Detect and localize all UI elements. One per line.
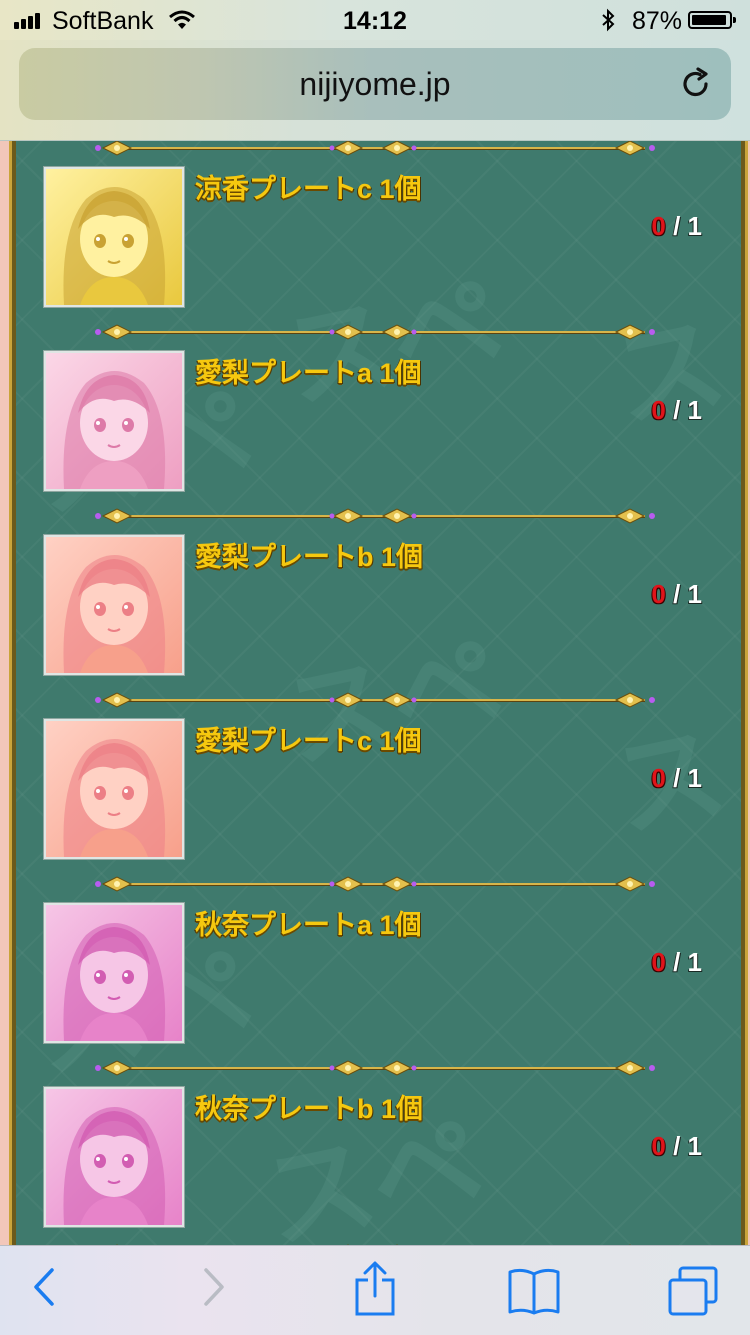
required-count: 1 bbox=[687, 395, 702, 425]
owned-count: 0 bbox=[651, 763, 666, 793]
browser-toolbar bbox=[0, 1245, 750, 1335]
item-count: 0 / 1 bbox=[651, 1131, 702, 1162]
item-thumbnail[interactable] bbox=[43, 718, 185, 860]
item-name: 愛梨プレートb 1個 bbox=[195, 542, 424, 572]
url-text[interactable]: nijiyome.jp bbox=[19, 66, 731, 103]
owned-count: 0 bbox=[651, 211, 666, 241]
character-portrait bbox=[46, 537, 182, 673]
reward-item-row: 愛梨プレートc 1個 0 / 1 bbox=[43, 718, 734, 861]
owned-count: 0 bbox=[651, 579, 666, 609]
battery-icon bbox=[688, 11, 736, 29]
ornament-divider bbox=[95, 876, 655, 892]
required-count: 1 bbox=[687, 947, 702, 977]
bluetooth-icon bbox=[602, 8, 615, 32]
character-portrait bbox=[46, 353, 182, 489]
reward-item-row: 愛梨プレートa 1個 0 / 1 bbox=[43, 350, 734, 493]
item-count: 0 / 1 bbox=[651, 763, 702, 794]
count-separator: / bbox=[665, 1131, 688, 1161]
required-count: 1 bbox=[687, 579, 702, 609]
reward-item-row: 秋奈プレートb 1個 0 / 1 bbox=[43, 1086, 734, 1229]
character-portrait bbox=[46, 721, 182, 857]
item-name: 秋奈プレートa 1個 bbox=[195, 910, 422, 940]
forward-icon[interactable] bbox=[198, 1264, 228, 1310]
ornament-divider bbox=[95, 1060, 655, 1076]
reward-item-row: 秋奈プレートa 1個 0 / 1 bbox=[43, 902, 734, 1045]
count-separator: / bbox=[665, 579, 688, 609]
count-separator: / bbox=[665, 947, 688, 977]
url-bar[interactable]: nijiyome.jp bbox=[19, 48, 731, 120]
item-thumbnail[interactable] bbox=[43, 1086, 185, 1228]
item-count: 0 / 1 bbox=[651, 395, 702, 426]
status-bar: SoftBank 14:12 87% bbox=[0, 0, 750, 40]
required-count: 1 bbox=[687, 763, 702, 793]
count-separator: / bbox=[665, 211, 688, 241]
item-name: 秋奈プレートb 1個 bbox=[195, 1094, 424, 1124]
reward-item-row: 涼香プレートc 1個 0 / 1 bbox=[43, 166, 734, 309]
item-thumbnail[interactable] bbox=[43, 350, 185, 492]
character-portrait bbox=[46, 169, 182, 305]
owned-count: 0 bbox=[651, 947, 666, 977]
battery-percent: 87% bbox=[632, 7, 683, 35]
back-icon[interactable] bbox=[30, 1264, 60, 1310]
required-count: 1 bbox=[687, 211, 702, 241]
reward-item-row: 愛梨プレートb 1個 0 / 1 bbox=[43, 534, 734, 677]
count-separator: / bbox=[665, 395, 688, 425]
required-count: 1 bbox=[687, 1131, 702, 1161]
browser-address-area: nijiyome.jp bbox=[0, 40, 750, 141]
web-page: スペ スペ ス スペ スペ スペ ス 涼香プレートc 1個0 / 1愛梨プレート… bbox=[0, 141, 750, 1245]
reload-icon[interactable] bbox=[678, 66, 714, 102]
tabs-icon[interactable] bbox=[666, 1264, 720, 1318]
ornament-divider bbox=[95, 141, 655, 156]
bookmarks-icon[interactable] bbox=[506, 1266, 562, 1316]
ornament-divider bbox=[95, 508, 655, 524]
character-portrait bbox=[46, 1089, 182, 1225]
item-name: 愛梨プレートc 1個 bbox=[195, 726, 422, 756]
item-name: 愛梨プレートa 1個 bbox=[195, 358, 422, 388]
item-thumbnail[interactable] bbox=[43, 166, 185, 308]
count-separator: / bbox=[665, 763, 688, 793]
item-thumbnail[interactable] bbox=[43, 902, 185, 1044]
item-count: 0 / 1 bbox=[651, 947, 702, 978]
item-count: 0 / 1 bbox=[651, 579, 702, 610]
item-count: 0 / 1 bbox=[651, 211, 702, 242]
ornament-divider bbox=[95, 692, 655, 708]
owned-count: 0 bbox=[651, 1131, 666, 1161]
item-name: 涼香プレートc 1個 bbox=[195, 174, 422, 204]
owned-count: 0 bbox=[651, 395, 666, 425]
item-thumbnail[interactable] bbox=[43, 534, 185, 676]
character-portrait bbox=[46, 905, 182, 1041]
ornament-divider bbox=[95, 324, 655, 340]
share-icon[interactable] bbox=[353, 1260, 397, 1318]
